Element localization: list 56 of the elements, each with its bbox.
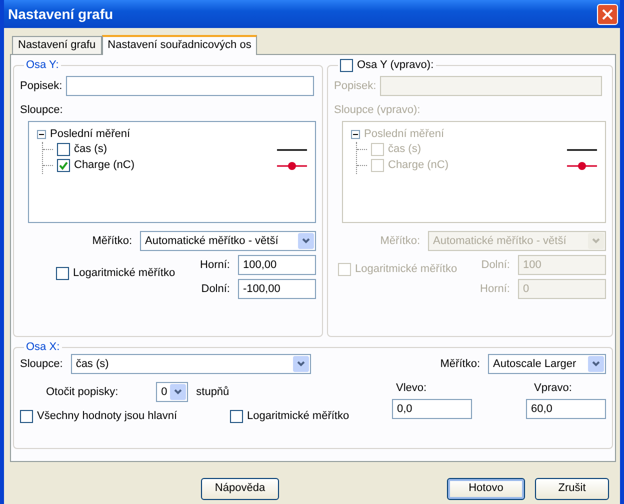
checkbox-label: Logaritmické měřítko (73, 267, 176, 281)
field-label: Měřítko: (380, 234, 420, 248)
tab[interactable]: Nastavení grafu (12, 36, 102, 54)
checkbox[interactable] (57, 159, 70, 172)
checkbox-label: Všechny hodnoty jsou hlavní (37, 410, 178, 424)
label-field[interactable] (380, 76, 602, 96)
field-label: Otočit popisky: (46, 386, 118, 399)
checkbox-label: Logaritmické měřítko (355, 263, 458, 277)
tab[interactable]: Nastavení souřadnicových os (102, 35, 258, 55)
group-title: Osa Y (vpravo): (357, 59, 434, 72)
scale-dropdown[interactable]: Autoscale Larger (488, 354, 606, 374)
tree-item[interactable]: čas (s) (74, 142, 273, 156)
field-label: Sloupce (vpravo): (334, 104, 422, 118)
field-label: Sloupce: (20, 358, 63, 371)
dialog-button[interactable]: Hotovo (447, 478, 525, 500)
field-label: Vpravo: (533, 382, 572, 396)
field-label: Dolní: (481, 258, 510, 272)
tree-item[interactable]: Charge (nC) (74, 158, 273, 172)
field-label: Měřítko: (440, 358, 480, 371)
scale-dropdown[interactable]: Automatické měřítko - větší (140, 231, 316, 252)
close-icon (602, 8, 613, 20)
field-label: Sloupce: (20, 104, 64, 118)
field-label: Horní: (480, 282, 510, 296)
checkbox[interactable] (20, 410, 33, 424)
close-button[interactable] (597, 4, 618, 24)
number-field[interactable]: 60,0 (526, 399, 606, 420)
column-dropdown[interactable]: čas (s) (70, 354, 311, 374)
chevron-down-icon (170, 384, 186, 400)
chevron-down-icon (298, 233, 314, 250)
dialog-button[interactable]: Nápověda (201, 478, 279, 500)
field-label: Popisek: (20, 80, 62, 93)
chevron-down-icon (292, 356, 309, 372)
field-label: stupňů (196, 386, 230, 399)
check-icon (59, 161, 68, 170)
field-label: Měřítko: (92, 234, 132, 248)
number-field[interactable]: 0,0 (392, 399, 472, 420)
field-label: Popisek: (334, 80, 376, 93)
dialog-button[interactable]: Zrušit (535, 478, 609, 500)
checkbox-label: Logaritmické měřítko (247, 410, 350, 424)
field-label: Dolní: (201, 282, 230, 296)
checkbox[interactable] (56, 267, 69, 280)
checkbox[interactable] (230, 410, 243, 424)
tree-item[interactable]: Poslední měření (50, 128, 130, 142)
chevron-down-icon (588, 233, 604, 250)
label-field[interactable] (66, 76, 314, 96)
field-label: Horní: (200, 258, 230, 272)
group-title: Osa X: (26, 341, 60, 353)
chevron-down-icon (588, 356, 604, 372)
group-title: Osa Y: (26, 59, 59, 72)
rotate-dropdown[interactable]: 0 (156, 382, 188, 402)
checkbox[interactable] (57, 143, 70, 156)
window-title: Nastavení grafu (8, 6, 114, 22)
checkbox[interactable] (340, 59, 353, 72)
number-field[interactable]: -100,00 (238, 279, 316, 300)
number-field[interactable]: 100,00 (238, 255, 316, 276)
field-label: Vlevo: (395, 382, 427, 396)
